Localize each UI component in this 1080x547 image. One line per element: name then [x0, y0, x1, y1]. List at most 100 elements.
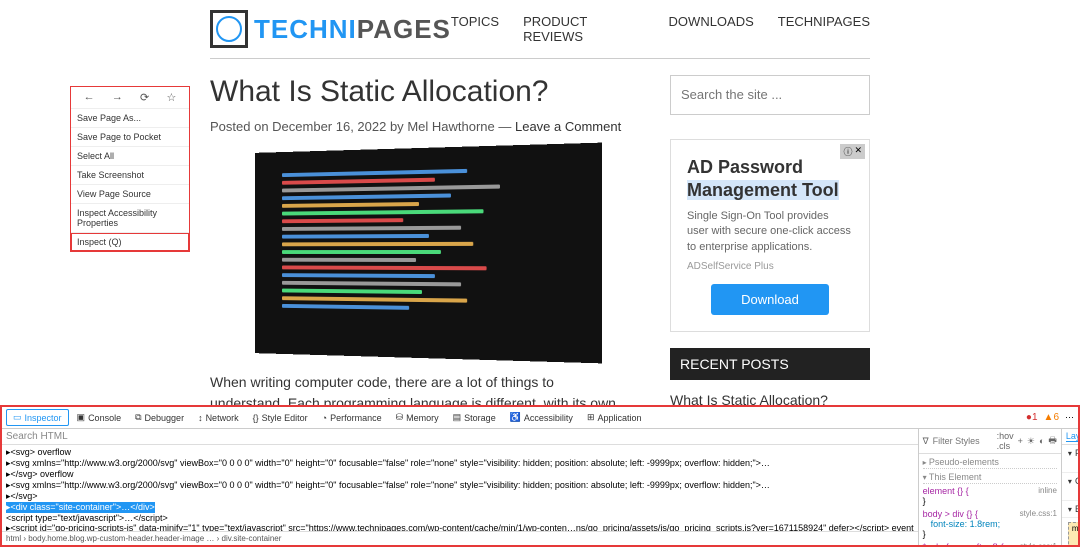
- console-icon: ▣: [77, 412, 86, 423]
- article: What Is Static Allocation? Posted on Dec…: [210, 75, 630, 435]
- recent-posts-header: RECENT POSTS: [670, 348, 870, 380]
- box-model-header[interactable]: Box Model: [1068, 504, 1078, 514]
- grid-body: CSS Grid is not in use on this page: [1068, 486, 1078, 497]
- hov-cls-toggle[interactable]: :hov .cls: [997, 431, 1014, 451]
- nav-downloads[interactable]: DOWNLOADS: [669, 14, 754, 44]
- tab-performance[interactable]: ◔Performance: [316, 411, 388, 425]
- html-line[interactable]: ▸<svg xmlns="http://www.w3.org/2000/svg"…: [4, 458, 916, 469]
- devtools-tabs: ▭Inspector ▣Console ⧉Debugger ↕Network {…: [2, 407, 1078, 429]
- tab-layout[interactable]: Layout: [1066, 431, 1078, 442]
- style-icon: {}: [253, 413, 259, 423]
- dark-icon[interactable]: ◐: [1039, 436, 1044, 446]
- tab-inspector[interactable]: ▭Inspector: [6, 409, 69, 426]
- nav-reviews[interactable]: PRODUCT REVIEWS: [523, 14, 644, 44]
- search-box[interactable]: [670, 75, 870, 115]
- light-icon[interactable]: ☀: [1027, 436, 1035, 447]
- html-line[interactable]: ▸<svg xmlns="http://www.w3.org/2000/svg"…: [4, 480, 916, 491]
- devtools-menu-icon[interactable]: ⋯: [1065, 412, 1074, 423]
- ctx-save-pocket[interactable]: Save Page to Pocket: [71, 128, 189, 147]
- html-search[interactable]: Search HTML: [2, 429, 918, 445]
- app-icon: ⊞: [587, 412, 595, 423]
- search-input[interactable]: [681, 87, 859, 102]
- debugger-icon: ⧉: [135, 412, 141, 423]
- tab-accessibility[interactable]: ♿Accessibility: [504, 410, 579, 425]
- sidebar: ⓘ✕ AD Password Management Tool Single Si…: [670, 75, 870, 435]
- html-line-selected[interactable]: ▸<div class="site-container">…</div>: [6, 502, 155, 513]
- pseudo-elements-section[interactable]: Pseudo-elements: [923, 456, 1057, 469]
- main-content: What Is Static Allocation? Posted on Dec…: [210, 59, 870, 435]
- rule-source[interactable]: style.css:1: [1020, 542, 1057, 545]
- rule-prop[interactable]: font-size: 1.8rem;: [923, 519, 1001, 529]
- html-line[interactable]: ▸<script id="go-pricing-scripts-js" data…: [4, 523, 916, 531]
- context-menu: ← → ⟳ ☆ Save Page As... Save Page to Poc…: [70, 86, 190, 252]
- meta-prefix: Posted on: [210, 119, 272, 134]
- meta-sep: —: [495, 119, 515, 134]
- ctx-select-all[interactable]: Select All: [71, 147, 189, 166]
- perf-icon: ◔: [322, 413, 327, 423]
- meta-author[interactable]: Mel Hawthorne: [407, 119, 494, 134]
- forward-icon[interactable]: →: [112, 91, 123, 104]
- warn-count[interactable]: ▲6: [1044, 412, 1059, 423]
- tab-network[interactable]: ↕Network: [192, 411, 245, 425]
- box-model-diagram[interactable]: margin 0: [1068, 522, 1078, 545]
- box-margin-label: margin: [1072, 524, 1078, 533]
- tab-memory[interactable]: ⛁Memory: [390, 410, 445, 425]
- breadcrumb[interactable]: html › body.home.blog.wp-custom-header.h…: [2, 531, 918, 545]
- print-icon[interactable]: 🖶: [1048, 433, 1057, 449]
- html-pane: Search HTML ▸<svg> overflow ▸<svg xmlns=…: [2, 429, 919, 545]
- plus-icon[interactable]: +: [1018, 436, 1023, 446]
- logo-icon: [210, 10, 248, 48]
- rule-selector[interactable]: body > div {} {: [923, 509, 978, 519]
- article-meta: Posted on December 16, 2022 by Mel Hawth…: [210, 119, 630, 134]
- layout-pane: Layout Computed Changes Compatibility Fl…: [1062, 429, 1078, 545]
- html-line[interactable]: <script type="text/javascript">…</script…: [4, 513, 916, 523]
- ctx-inspect-a11y[interactable]: Inspect Accessibility Properties: [71, 204, 189, 233]
- nav-technipages[interactable]: TECHNIPAGES: [778, 14, 870, 44]
- filter-styles-input[interactable]: [933, 436, 993, 446]
- ad-download-button[interactable]: Download: [711, 284, 829, 315]
- layout-tabs: Layout Computed Changes Compatibility: [1062, 429, 1078, 445]
- html-tree[interactable]: ▸<svg> overflow ▸<svg xmlns="http://www.…: [2, 445, 918, 531]
- tab-console[interactable]: ▣Console: [71, 410, 128, 425]
- back-icon[interactable]: ←: [84, 91, 95, 104]
- bookmark-icon[interactable]: ☆: [166, 91, 176, 104]
- ad-body: Single Sign-On Tool provides user with s…: [687, 209, 853, 255]
- logo[interactable]: TECHNIPAGES: [210, 10, 451, 48]
- site-header: TECHNIPAGES TOPICS PRODUCT REVIEWS DOWNL…: [210, 0, 870, 59]
- reload-icon[interactable]: ⟳: [140, 91, 149, 104]
- ctx-save-as[interactable]: Save Page As...: [71, 109, 189, 128]
- tab-storage[interactable]: ▤Storage: [447, 410, 502, 425]
- devtools-panel: ▭Inspector ▣Console ⧉Debugger ↕Network {…: [0, 405, 1080, 547]
- ad-source: ADSelfService Plus: [687, 261, 853, 272]
- ctx-view-source[interactable]: View Page Source: [71, 185, 189, 204]
- flexbox-header[interactable]: Flexbox: [1068, 448, 1078, 458]
- this-element-section[interactable]: This Element: [923, 471, 1057, 484]
- tab-application[interactable]: ⊞Application: [581, 410, 648, 425]
- rule-source[interactable]: style.css:1: [1020, 509, 1057, 518]
- rule-selector[interactable]: element {} {: [923, 486, 969, 496]
- tab-debugger[interactable]: ⧉Debugger: [129, 410, 190, 425]
- a11y-icon: ♿: [510, 412, 521, 423]
- flexbox-body: Select a Flex container or item to conti…: [1068, 458, 1078, 469]
- ctx-screenshot[interactable]: Take Screenshot: [71, 166, 189, 185]
- grid-header[interactable]: Grid: [1068, 476, 1078, 486]
- logo-text: TECHNIPAGES: [254, 14, 451, 45]
- tab-style-editor[interactable]: {}Style Editor: [247, 411, 314, 425]
- context-menu-nav-icons: ← → ⟳ ☆: [71, 87, 189, 109]
- inspector-icon: ▭: [13, 412, 22, 423]
- leave-comment-link[interactable]: Leave a Comment: [515, 119, 621, 134]
- ad-close-icon[interactable]: ✕: [854, 145, 862, 158]
- hero-image: [255, 143, 602, 364]
- error-count[interactable]: ●1: [1026, 412, 1038, 423]
- rule-selector[interactable]: *, ::before, ::after {} {: [923, 542, 1004, 545]
- nav-topics[interactable]: TOPICS: [451, 14, 499, 44]
- article-title: What Is Static Allocation?: [210, 75, 630, 109]
- ad-info-icon[interactable]: ⓘ: [843, 145, 852, 158]
- html-line[interactable]: ▸</svg>: [4, 491, 916, 502]
- rule-source[interactable]: inline: [1038, 486, 1057, 495]
- filter-icon: ∇: [923, 436, 929, 447]
- ctx-inspect[interactable]: Inspect (Q): [71, 233, 189, 251]
- html-line[interactable]: ▸</svg> overflow: [4, 469, 916, 480]
- ad-card: ⓘ✕ AD Password Management Tool Single Si…: [670, 139, 870, 332]
- html-line[interactable]: ▸<svg> overflow: [4, 447, 916, 458]
